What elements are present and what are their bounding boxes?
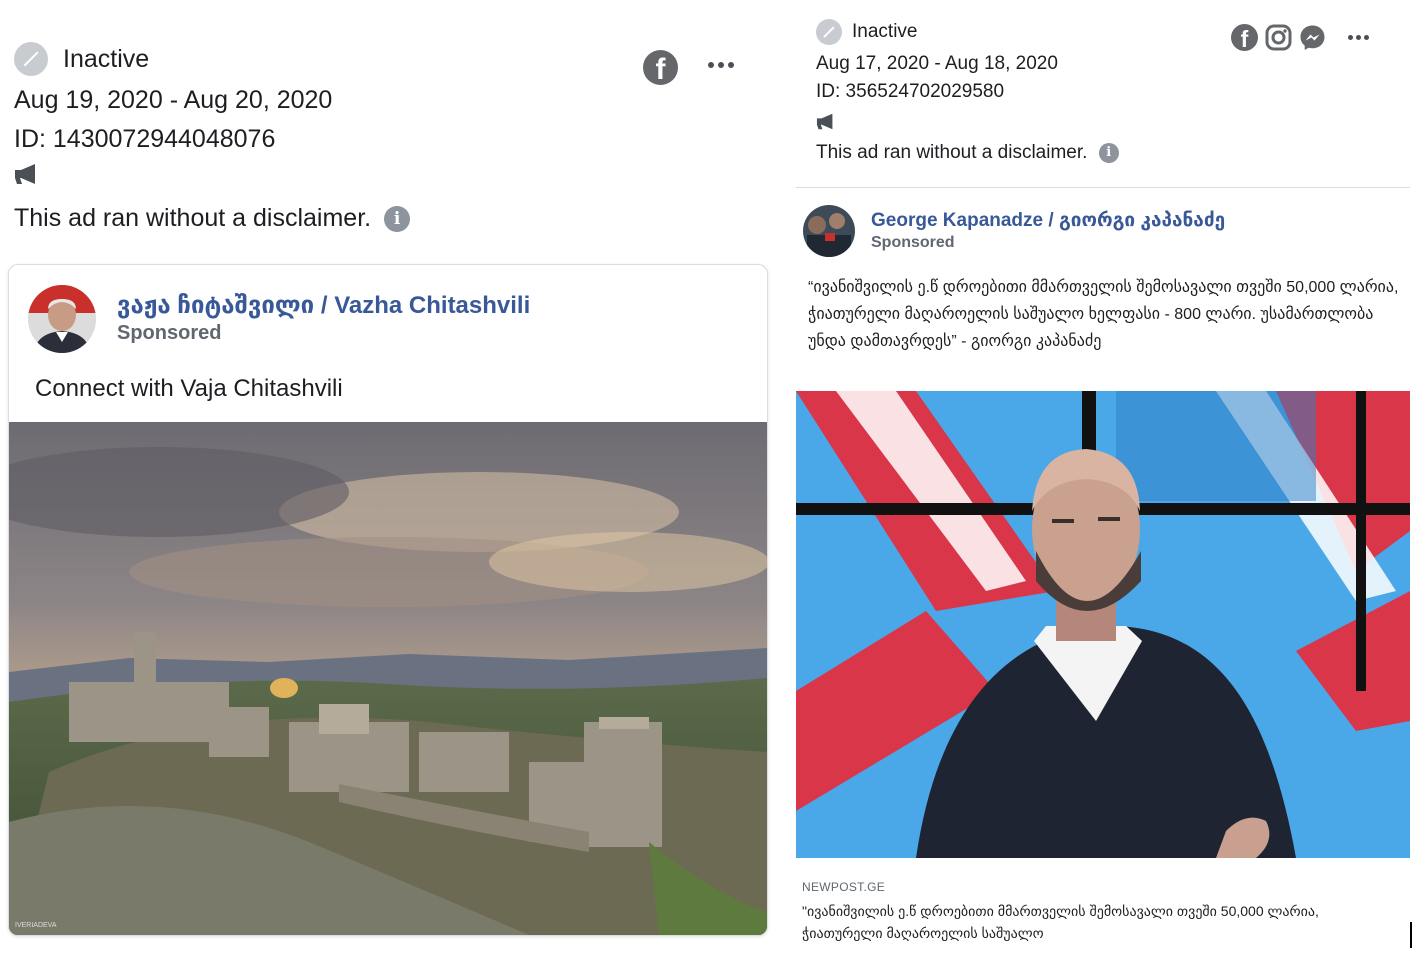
tv-studio-illustration: [796, 391, 1410, 858]
disclaimer-row: This ad ran without a disclaimer. i: [14, 204, 411, 233]
ad-id: ID: 1430072944048076: [14, 125, 276, 153]
avatar-photo: [803, 205, 855, 257]
ad-preview-card: ვაჟა ჩიტაშვილი / Vazha Chitashvili Spons…: [8, 264, 768, 936]
messenger-icon: [1300, 25, 1325, 50]
more-options-icon[interactable]: [708, 62, 734, 68]
avatar-photo: [28, 285, 96, 353]
inactive-status-icon: [816, 19, 842, 45]
link-domain: NEWPOST.GE: [802, 880, 886, 894]
date-range: Aug 19, 2020 - Aug 20, 2020: [14, 86, 333, 114]
date-range: Aug 17, 2020 - Aug 18, 2020: [816, 53, 1058, 74]
sponsored-label: Sponsored: [117, 322, 222, 344]
link-title[interactable]: "ივანიშვილის ე.წ დროებითი მმართველის შემ…: [802, 900, 1402, 944]
disclaimer-text: This ad ran without a disclaimer.: [816, 142, 1088, 163]
more-options-icon[interactable]: [1348, 35, 1369, 40]
status-row: Inactive: [14, 42, 149, 76]
facebook-icon: f: [1231, 24, 1258, 52]
status-row: Inactive: [816, 19, 917, 45]
facebook-icon: f: [643, 50, 678, 86]
megaphone-icon: [15, 164, 35, 184]
avatar[interactable]: [803, 205, 855, 257]
disclaimer-row: This ad ran without a disclaimer. i: [816, 142, 1119, 164]
disclaimer-text: This ad ran without a disclaimer.: [14, 204, 372, 232]
image-watermark: IVERIADEVA: [15, 922, 57, 929]
inactive-status-icon: [14, 42, 48, 76]
avatar[interactable]: [28, 285, 96, 353]
ad-id: ID: 356524702029580: [816, 81, 1005, 102]
ad-image-fortress[interactable]: IVERIADEVA: [9, 422, 767, 935]
info-icon[interactable]: i: [1098, 142, 1119, 163]
landscape-illustration: [9, 422, 767, 935]
status-label: Inactive: [852, 21, 918, 42]
divider: [796, 187, 1410, 188]
megaphone-icon: [816, 113, 833, 130]
ad-image-tv-studio[interactable]: [796, 391, 1410, 858]
right-ad-panel: Inactive Aug 17, 2020 - Aug 18, 2020 ID:…: [796, 0, 1418, 956]
left-ad-panel: Inactive Aug 19, 2020 - Aug 20, 2020 ID:…: [0, 0, 790, 956]
ad-body-text: Connect with Vaja Chitashvili: [35, 375, 343, 402]
sponsored-label: Sponsored: [871, 234, 955, 251]
text-cursor: [1410, 922, 1412, 948]
instagram-icon: [1265, 24, 1292, 51]
status-label: Inactive: [63, 44, 150, 73]
page-name-link[interactable]: George Kapanadze / გიორგი კაპანაძე: [871, 209, 1225, 232]
page-name-link[interactable]: ვაჟა ჩიტაშვილი / Vazha Chitashvili: [117, 291, 530, 320]
ad-body-text: “ივანიშვილის ე.წ დროებითი მმართველის შემ…: [808, 279, 1399, 350]
info-icon[interactable]: i: [384, 206, 411, 233]
